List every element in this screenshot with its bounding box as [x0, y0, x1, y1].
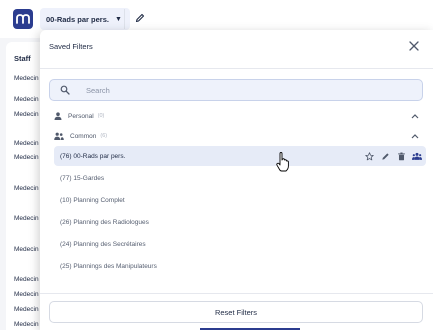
search-placeholder: Search: [86, 86, 110, 95]
group-common[interactable]: Common (6): [54, 130, 107, 142]
table-row[interactable]: Medecin: [14, 75, 39, 82]
filter-item[interactable]: (25) Plannings des Manipulateurs: [54, 256, 426, 276]
column-header-staff[interactable]: Staff: [14, 54, 31, 63]
caret-down-icon: ▼: [114, 15, 122, 23]
app-window: 00-Rads par pers. ▼ Staff Medecin Medeci…: [0, 0, 433, 330]
edit-view-button[interactable]: [132, 10, 148, 26]
pencil-icon: [135, 13, 145, 23]
filter-item-label: (76) 00-Rads par pers.: [60, 152, 126, 160]
group-personal[interactable]: Personal (0): [54, 110, 104, 122]
chevron-up-icon[interactable]: [411, 133, 419, 139]
view-select-label: 00-Rads par pers.: [46, 14, 109, 24]
table-row[interactable]: Medecin: [14, 246, 39, 253]
dialog-title: Saved Filters: [49, 42, 93, 51]
table-row[interactable]: Medecin: [14, 291, 39, 298]
table-row[interactable]: Medecin: [14, 276, 39, 283]
table-row[interactable]: Medecin: [14, 154, 39, 161]
hand-cursor-icon: [276, 152, 289, 172]
search-input[interactable]: Search: [49, 79, 423, 101]
group-common-count: (6): [100, 133, 108, 139]
table-row[interactable]: Medecin: [14, 306, 39, 313]
table-row[interactable]: Medecin: [14, 185, 39, 192]
item-actions: [364, 150, 422, 162]
table-row[interactable]: Medecin: [14, 96, 39, 103]
chevron-up-icon[interactable]: [411, 113, 419, 119]
search-icon: [60, 85, 70, 95]
filter-item-label: (77) 15-Gardes: [60, 174, 105, 182]
filter-item-label: (10) Planning Complet: [60, 196, 125, 204]
filter-item-label: (24) Planning des Secrétaires: [60, 240, 146, 248]
reset-filters-button[interactable]: Reset Filters: [49, 301, 423, 323]
filter-item[interactable]: (77) 15-Gardes: [54, 168, 426, 188]
view-select[interactable]: 00-Rads par pers. ▼: [40, 8, 130, 30]
brand-m-logo[interactable]: [13, 9, 33, 29]
people-icon: [54, 132, 64, 140]
table-row[interactable]: Medecin: [14, 140, 39, 147]
share-users-icon[interactable]: [412, 151, 422, 161]
group-common-label: Common: [70, 132, 97, 140]
pencil-icon[interactable]: [380, 151, 390, 161]
table-row[interactable]: Medecin: [14, 321, 39, 328]
filter-item[interactable]: (10) Planning Complet: [54, 190, 426, 210]
group-personal-count: (0): [97, 113, 105, 119]
close-button[interactable]: [406, 38, 422, 54]
filter-item-label: (26) Planning des Radiologues: [60, 218, 149, 226]
close-icon: [409, 41, 419, 51]
star-icon[interactable]: [364, 151, 374, 161]
footer-divider: [40, 293, 433, 294]
dialog-divider: [40, 68, 433, 69]
table-row[interactable]: Medecin: [14, 111, 39, 118]
filter-item[interactable]: (24) Planning des Secrétaires: [54, 234, 426, 254]
filter-item-selected[interactable]: (76) 00-Rads par pers.: [54, 146, 426, 166]
trash-icon[interactable]: [396, 151, 406, 161]
person-icon: [54, 112, 62, 120]
table-row[interactable]: Medecin: [14, 215, 39, 222]
filter-item-label: (25) Plannings des Manipulateurs: [60, 262, 157, 270]
saved-filters-dialog: Saved Filters Search Personal (0) Common…: [40, 30, 433, 330]
filter-item[interactable]: (26) Planning des Radiologues: [54, 212, 426, 232]
toolbar-divider: [124, 9, 125, 29]
group-personal-label: Personal: [68, 112, 94, 120]
